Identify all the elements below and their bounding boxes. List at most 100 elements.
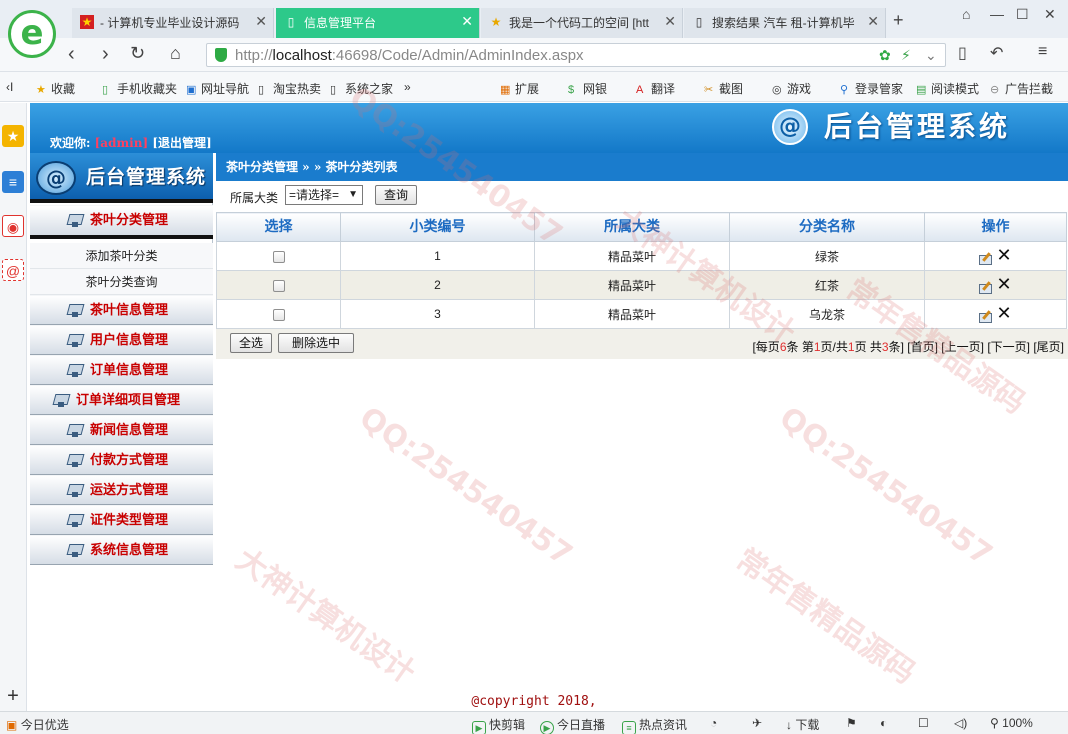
scissors-icon: ✂ bbox=[704, 84, 714, 96]
fav-tool[interactable]: ◎ 游戏 bbox=[772, 80, 811, 97]
zoom-control[interactable]: ⚲ 100% bbox=[990, 716, 1033, 730]
menu-item-tea-category-query[interactable]: 茶叶分类查询 bbox=[30, 269, 213, 295]
close-icon[interactable]: ✕ bbox=[867, 13, 879, 30]
edit-icon[interactable] bbox=[979, 252, 993, 265]
close-icon[interactable]: ✕ bbox=[255, 13, 267, 30]
fav-tool[interactable]: A 翻译 bbox=[636, 80, 675, 97]
menu-section-order-info[interactable]: 订单信息管理 bbox=[30, 355, 213, 385]
security-icon[interactable]: ✿ bbox=[879, 47, 891, 64]
menu-section-user-info[interactable]: 用户信息管理 bbox=[30, 325, 213, 355]
news-icon: ≡ bbox=[622, 721, 636, 734]
speed-icon[interactable]: ⚡ bbox=[901, 47, 911, 64]
news-icon[interactable]: ≡ bbox=[2, 171, 24, 193]
fav-item[interactable]: ★ 收藏 bbox=[36, 80, 75, 97]
fav-tool[interactable]: $ 网银 bbox=[568, 80, 607, 97]
menu-section-tea-category[interactable]: 茶叶分类管理 bbox=[30, 205, 213, 239]
favorites-bar: ‹I ★ 收藏 ▯ 手机收藏夹 ▣ 网址导航 ▯ 淘宝热卖 ▯ 系统之家 » ▦ 扩展 $ 网… bbox=[0, 72, 1068, 102]
monitor-icon bbox=[68, 454, 84, 468]
close-icon[interactable]: ✕ bbox=[664, 13, 676, 30]
pin-icon[interactable]: ✈ bbox=[752, 716, 762, 730]
minimize-icon[interactable]: — bbox=[990, 6, 1004, 22]
fav-tool[interactable]: ▤ 阅读模式 bbox=[916, 80, 979, 97]
fav-tool[interactable]: ⊖ 广告拦截 bbox=[990, 80, 1053, 97]
menu-section-news-info[interactable]: 新闻信息管理 bbox=[30, 415, 213, 445]
block-icon: ⊖ bbox=[990, 84, 1000, 96]
phone-icon[interactable]: ▯ bbox=[958, 43, 967, 63]
row-checkbox[interactable] bbox=[272, 250, 285, 263]
dropdown-icon[interactable]: ⌄ bbox=[925, 47, 937, 64]
fav-tool[interactable]: ✂ 截图 bbox=[704, 80, 743, 97]
email-icon[interactable]: @ bbox=[2, 259, 24, 281]
menu-section-shipping-method[interactable]: 运送方式管理 bbox=[30, 475, 213, 505]
menu-section-id-type[interactable]: 证件类型管理 bbox=[30, 505, 213, 535]
new-tab-icon[interactable]: + bbox=[893, 10, 904, 31]
last-page-link[interactable]: [尾页] bbox=[1033, 340, 1064, 354]
category-table: 选择 小类编号 所属大类 分类名称 操作 1 精品菜叶 绿茶 ✕ 2 精品菜叶 … bbox=[216, 212, 1067, 329]
row-checkbox[interactable] bbox=[272, 279, 285, 292]
admin-header: 欢迎你: [admin] [退出管理] @ 后台管理系统 bbox=[30, 103, 1068, 153]
row-checkbox[interactable] bbox=[272, 308, 285, 321]
fav-item[interactable]: ▯ 淘宝热卖 bbox=[258, 80, 321, 97]
flag-icon: ★ bbox=[80, 15, 94, 29]
skin-icon[interactable]: ⌂ bbox=[962, 6, 970, 22]
delete-icon[interactable]: ✕ bbox=[996, 276, 1011, 294]
speed-icon[interactable]: ◔ bbox=[710, 716, 717, 730]
menu-item-add-tea-category[interactable]: 添加茶叶分类 bbox=[30, 243, 213, 269]
sidebar-toggle-icon[interactable]: ‹I bbox=[6, 80, 13, 94]
close-icon[interactable]: ✕ bbox=[461, 13, 473, 30]
browser-tab-2[interactable]: ▯ 信息管理平台 ✕ bbox=[276, 8, 480, 38]
cell-category: 精品菜叶 bbox=[534, 299, 730, 329]
status-item[interactable]: ≡ 热点资讯 bbox=[622, 716, 687, 734]
edit-icon[interactable] bbox=[979, 310, 993, 323]
delete-selected-button[interactable]: 删除选中 bbox=[278, 333, 354, 353]
volume-icon[interactable]: ◁) bbox=[954, 716, 967, 730]
reload-icon[interactable]: ↻ bbox=[130, 43, 145, 64]
maximize-icon[interactable]: ☐ bbox=[1016, 6, 1029, 23]
fav-tool[interactable]: ⚲ 登录管家 bbox=[840, 80, 903, 97]
more-favorites-icon[interactable]: » bbox=[404, 80, 411, 94]
status-item[interactable]: ▣ 今日优选 bbox=[6, 716, 69, 733]
play-icon: ▶ bbox=[472, 721, 486, 734]
edit-icon[interactable] bbox=[979, 281, 993, 294]
fav-item[interactable]: ▯ 系统之家 bbox=[330, 80, 393, 97]
menu-section-payment-method[interactable]: 付款方式管理 bbox=[30, 445, 213, 475]
menu-section-system-info[interactable]: 系统信息管理 bbox=[30, 535, 213, 565]
browser-tab-1[interactable]: ★ - 计算机专业毕业设计源码 ✕ bbox=[72, 8, 274, 38]
page-icon: ▯ bbox=[287, 15, 295, 29]
menu-section-tea-info[interactable]: 茶叶信息管理 bbox=[30, 295, 213, 325]
url-input[interactable]: http://localhost:46698/Code/Admin/AdminI… bbox=[206, 43, 946, 67]
tab-title: 我是一个代码工的空间 [htt bbox=[509, 16, 650, 30]
status-item[interactable]: ▶ 今日直播 bbox=[540, 716, 605, 734]
window-close-icon[interactable]: ✕ bbox=[1044, 6, 1056, 23]
browser-tab-4[interactable]: ▯ 搜索结果 汽车 租-计算机毕 ✕ bbox=[684, 8, 886, 38]
weibo-icon[interactable]: ◉ bbox=[2, 215, 24, 237]
back-icon[interactable]: ‹ bbox=[68, 43, 75, 66]
fav-item[interactable]: ▯ 手机收藏夹 bbox=[102, 80, 177, 97]
delete-icon[interactable]: ✕ bbox=[996, 247, 1011, 265]
flag-icon[interactable]: ⚑ bbox=[846, 716, 857, 730]
undo-icon[interactable]: ↶ bbox=[990, 43, 1003, 63]
window-icon[interactable]: ☐ bbox=[918, 716, 929, 730]
home-icon[interactable]: ⌂ bbox=[170, 43, 181, 64]
fav-item[interactable]: ▣ 网址导航 bbox=[186, 80, 249, 97]
extension-icon: ▦ bbox=[500, 84, 511, 96]
select-all-button[interactable]: 全选 bbox=[230, 333, 272, 353]
first-page-link[interactable]: [首页] bbox=[907, 340, 938, 354]
monitor-icon bbox=[68, 334, 84, 348]
menu-section-order-detail[interactable]: 订单详细项目管理 bbox=[30, 385, 213, 415]
browser-tab-3[interactable]: ★ 我是一个代码工的空间 [htt ✕ bbox=[481, 8, 683, 38]
browser-icon[interactable]: ◐ bbox=[880, 716, 887, 730]
fav-tool[interactable]: ▦ 扩展 bbox=[500, 80, 539, 97]
delete-icon[interactable]: ✕ bbox=[996, 305, 1011, 323]
download-item[interactable]: ↓ 下载 bbox=[786, 716, 819, 733]
status-item[interactable]: ▶ 快剪辑 bbox=[472, 716, 525, 734]
search-button[interactable]: 查询 bbox=[375, 185, 417, 205]
prev-page-link[interactable]: [上一页] bbox=[941, 340, 984, 354]
forward-icon[interactable]: › bbox=[102, 43, 109, 66]
favorites-star-icon[interactable]: ★ bbox=[2, 125, 24, 147]
watermark-text: 大神计算机设计 bbox=[229, 542, 422, 692]
logout-link[interactable]: [退出管理] bbox=[152, 136, 211, 150]
next-page-link[interactable]: [下一页] bbox=[987, 340, 1030, 354]
category-select[interactable]: =请选择= ▼ bbox=[285, 185, 363, 205]
menu-icon[interactable]: ≡ bbox=[1038, 43, 1047, 61]
